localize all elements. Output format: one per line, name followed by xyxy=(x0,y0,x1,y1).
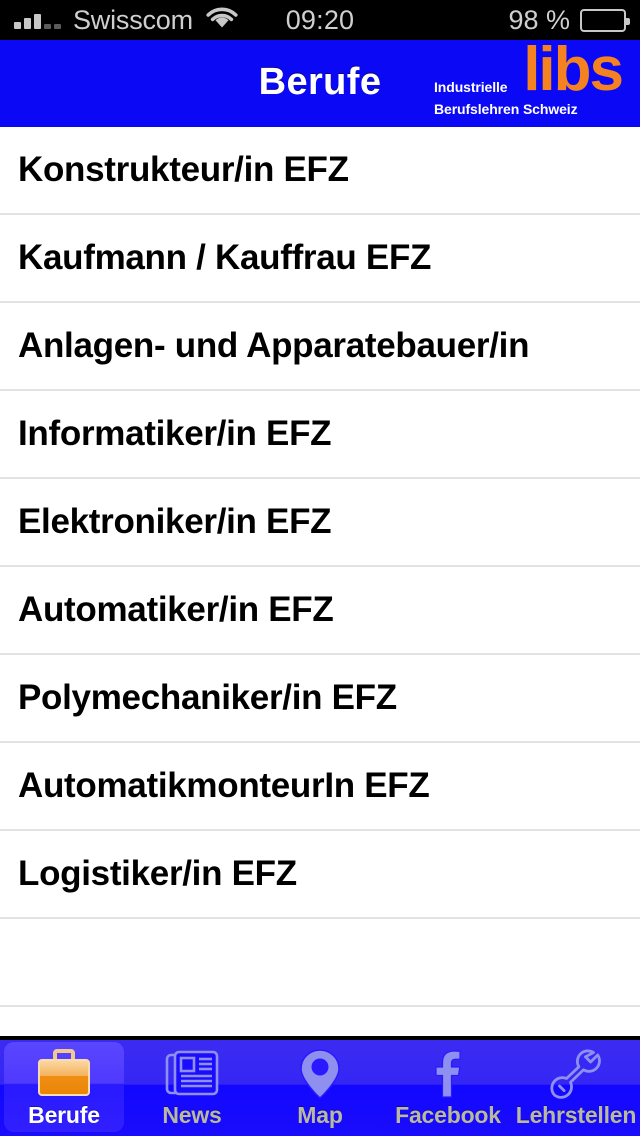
status-bar-left: Swisscom xyxy=(14,6,239,35)
list-item[interactable]: AutomatikmonteurIn EFZ xyxy=(0,743,640,831)
list-item-label: Anlagen- und Apparatebauer/in xyxy=(18,326,530,365)
libs-logo: libs Industrielle Berufslehren Schweiz xyxy=(434,39,624,120)
list-item[interactable]: Informatiker/in EFZ xyxy=(0,391,640,479)
battery-icon xyxy=(580,8,630,32)
tab-label: Lehrstellen xyxy=(515,1102,637,1128)
list-item-empty xyxy=(0,919,640,1007)
list-item-label: Informatiker/in EFZ xyxy=(18,414,332,453)
newspaper-icon xyxy=(163,1047,221,1101)
wrench-icon xyxy=(548,1047,604,1101)
list-item[interactable]: Polymechaniker/in EFZ xyxy=(0,655,640,743)
list-item-label: Elektroniker/in EFZ xyxy=(18,502,332,541)
profession-list[interactable]: Konstrukteur/in EFZ Kaufmann / Kauffrau … xyxy=(0,127,640,1036)
list-item-label: Kaufmann / Kauffrau EFZ xyxy=(18,238,432,277)
list-item[interactable]: Logistiker/in EFZ xyxy=(0,831,640,919)
list-item-label: Konstrukteur/in EFZ xyxy=(18,150,349,189)
logo-subtitle-line1: Industrielle xyxy=(434,79,508,95)
navigation-bar: Berufe libs Industrielle Berufslehren Sc… xyxy=(0,39,640,127)
list-item[interactable]: Elektroniker/in EFZ xyxy=(0,479,640,567)
list-item-label: AutomatikmonteurIn EFZ xyxy=(18,766,430,805)
tab-map[interactable]: Map xyxy=(256,1040,384,1136)
tab-facebook[interactable]: Facebook xyxy=(384,1040,512,1136)
logo-subtitle: Industrielle Berufslehren Schweiz xyxy=(434,77,578,120)
facebook-icon xyxy=(428,1047,468,1101)
map-pin-icon xyxy=(297,1047,343,1101)
briefcase-icon xyxy=(33,1047,95,1101)
list-item-label: Polymechaniker/in EFZ xyxy=(18,678,397,717)
list-item[interactable]: Automatiker/in EFZ xyxy=(0,567,640,655)
battery-percent-label: 98 % xyxy=(508,4,570,35)
list-item-empty xyxy=(0,1007,640,1036)
tab-label: Facebook xyxy=(395,1102,501,1128)
status-bar-right: 98 % xyxy=(508,4,630,36)
clock-label: 09:20 xyxy=(285,4,355,35)
signal-bars-icon xyxy=(14,11,61,29)
tab-news[interactable]: News xyxy=(128,1040,256,1136)
tab-label: Berufe xyxy=(28,1102,100,1128)
page-title: Berufe xyxy=(258,61,382,103)
list-item-label: Logistiker/in EFZ xyxy=(18,854,297,893)
tab-berufe[interactable]: Berufe xyxy=(0,1040,128,1136)
tab-bar: Berufe News Map Facebook Lehrstellen xyxy=(0,1036,640,1136)
tab-label: News xyxy=(162,1102,222,1128)
list-item-label: Automatiker/in EFZ xyxy=(18,590,334,629)
list-item[interactable]: Anlagen- und Apparatebauer/in xyxy=(0,303,640,391)
app-screen: Swisscom 09:20 98 % Berufe libs Industri… xyxy=(0,0,640,1136)
tab-lehrstellen[interactable]: Lehrstellen xyxy=(512,1040,640,1136)
logo-subtitle-line2: Berufslehren Schweiz xyxy=(434,100,578,117)
list-item[interactable]: Konstrukteur/in EFZ xyxy=(0,127,640,215)
tab-label: Map xyxy=(297,1102,343,1128)
list-item[interactable]: Kaufmann / Kauffrau EFZ xyxy=(0,215,640,303)
carrier-label: Swisscom xyxy=(73,4,193,35)
status-bar: Swisscom 09:20 98 % xyxy=(0,0,640,40)
wifi-icon xyxy=(205,6,239,35)
